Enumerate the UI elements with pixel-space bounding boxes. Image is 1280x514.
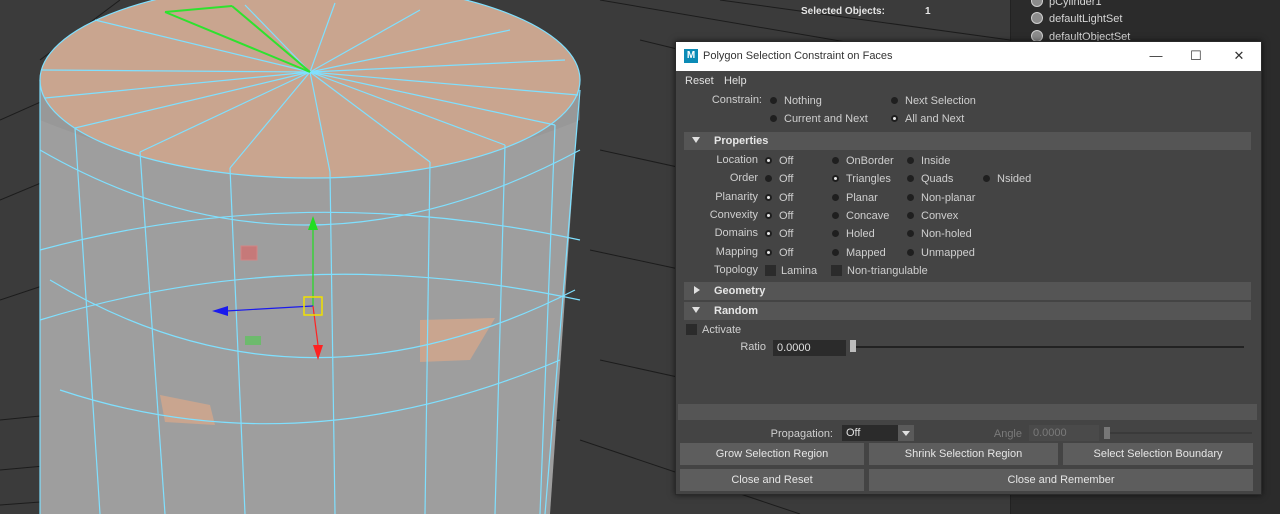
- mapping-radio-mapped[interactable]: Mapped: [830, 246, 886, 260]
- constrain-label: Constrain:: [711, 94, 762, 106]
- constrain-radio-next-selection[interactable]: Next Selection: [889, 94, 976, 108]
- grow-selection-region-button[interactable]: Grow Selection Region: [680, 443, 864, 465]
- hud-selected-objects-value: 1: [925, 6, 931, 17]
- polygon-selection-constraint-dialog: M Polygon Selection Constraint on Faces …: [675, 41, 1262, 495]
- constrain-radio-current-and-next[interactable]: Current and Next: [768, 112, 868, 126]
- menu-help[interactable]: Help: [724, 75, 747, 87]
- location-label: Location: [716, 154, 758, 166]
- properties-title: Properties: [714, 135, 769, 147]
- planarity-radio-planar[interactable]: Planar: [830, 191, 878, 205]
- convexity-label: Convexity: [709, 209, 758, 221]
- select-selection-boundary-button[interactable]: Select Selection Boundary: [1063, 443, 1253, 465]
- order-radio-triangles[interactable]: Triangles: [830, 172, 891, 186]
- domains-radio-off[interactable]: Off: [763, 227, 793, 241]
- menu-reset[interactable]: Reset: [685, 75, 714, 87]
- convexity-radio-off[interactable]: Off: [763, 209, 793, 223]
- constrain-radio-all-and-next[interactable]: All and Next: [889, 112, 964, 126]
- order-radio-quads[interactable]: Quads: [905, 172, 953, 186]
- location-radio-off[interactable]: Off: [763, 154, 793, 168]
- angle-field[interactable]: 0.0000: [1029, 425, 1099, 441]
- chevron-down-icon: [898, 425, 914, 441]
- location-radio-onborder[interactable]: OnBorder: [830, 154, 894, 168]
- topology-label: Topology: [713, 264, 758, 276]
- propagation-label: Propagation:: [770, 428, 833, 440]
- angle-slider-handle[interactable]: [1104, 427, 1110, 439]
- close-and-reset-button[interactable]: Close and Reset: [680, 469, 864, 491]
- ratio-field[interactable]: 0.0000: [773, 340, 846, 356]
- random-section-header[interactable]: Random: [684, 302, 1251, 320]
- set-icon: [1031, 12, 1043, 24]
- topology-check-lamina[interactable]: Lamina: [765, 264, 817, 278]
- outliner-item-defaultlightset[interactable]: defaultLightSet: [1031, 11, 1123, 27]
- menu-bar: Reset Help: [676, 72, 1261, 90]
- planarity-label: Planarity: [715, 191, 758, 203]
- geometry-title: Geometry: [714, 285, 766, 297]
- domains-radio-holed[interactable]: Holed: [830, 227, 875, 241]
- order-label: Order: [729, 172, 758, 184]
- maya-logo-icon: M: [684, 49, 698, 63]
- random-activate-checkbox[interactable]: Activate: [686, 323, 741, 337]
- domains-label: Domains: [714, 227, 758, 239]
- propagation-value: Off: [846, 427, 861, 439]
- angle-label: Angle: [993, 428, 1022, 440]
- order-radio-nsided[interactable]: Nsided: [981, 172, 1031, 186]
- maximize-button[interactable]: ☐: [1176, 45, 1216, 67]
- close-window-button[interactable]: ✕: [1219, 45, 1259, 67]
- mesh-icon: [1031, 0, 1043, 7]
- dialog-title: Polygon Selection Constraint on Faces: [703, 50, 893, 62]
- planarity-radio-off[interactable]: Off: [763, 191, 793, 205]
- collapse-arrow-icon: [692, 307, 700, 313]
- outliner-item-label: pCylinder1: [1049, 0, 1102, 8]
- geometry-section-header[interactable]: Geometry: [684, 282, 1251, 300]
- ratio-label: Ratio: [740, 341, 766, 353]
- constrain-radio-nothing[interactable]: Nothing: [768, 94, 822, 108]
- hud-selected-objects-label: Selected Objects:: [801, 6, 885, 17]
- ratio-slider-handle[interactable]: [850, 340, 856, 352]
- expand-arrow-icon: [694, 286, 700, 294]
- shrink-selection-region-button[interactable]: Shrink Selection Region: [869, 443, 1058, 465]
- close-and-remember-button[interactable]: Close and Remember: [869, 469, 1253, 491]
- collapse-arrow-icon: [692, 137, 700, 143]
- mapping-label: Mapping: [715, 246, 758, 258]
- mapping-radio-off[interactable]: Off: [763, 246, 793, 260]
- outliner-item-pcylinder1[interactable]: pCylinder1: [1031, 0, 1102, 10]
- dialog-titlebar[interactable]: M Polygon Selection Constraint on Faces …: [676, 42, 1261, 71]
- convexity-radio-concave[interactable]: Concave: [830, 209, 889, 223]
- properties-section-header[interactable]: Properties: [684, 132, 1251, 150]
- outliner-item-label: defaultLightSet: [1049, 13, 1123, 25]
- planarity-radio-non-planar[interactable]: Non-planar: [905, 191, 975, 205]
- propagation-dropdown[interactable]: Off: [842, 425, 914, 441]
- random-title: Random: [714, 305, 758, 317]
- domains-radio-non-holed[interactable]: Non-holed: [905, 227, 972, 241]
- location-radio-inside[interactable]: Inside: [905, 154, 950, 168]
- order-radio-off[interactable]: Off: [763, 172, 793, 186]
- convexity-radio-convex[interactable]: Convex: [905, 209, 958, 223]
- topology-check-non-triangulable[interactable]: Non-triangulable: [831, 264, 928, 278]
- mapping-radio-unmapped[interactable]: Unmapped: [905, 246, 975, 260]
- angle-slider-track[interactable]: [1106, 432, 1252, 434]
- minimize-button[interactable]: —: [1136, 45, 1176, 67]
- ratio-slider-track[interactable]: [852, 346, 1244, 348]
- progress-bar: [678, 404, 1257, 420]
